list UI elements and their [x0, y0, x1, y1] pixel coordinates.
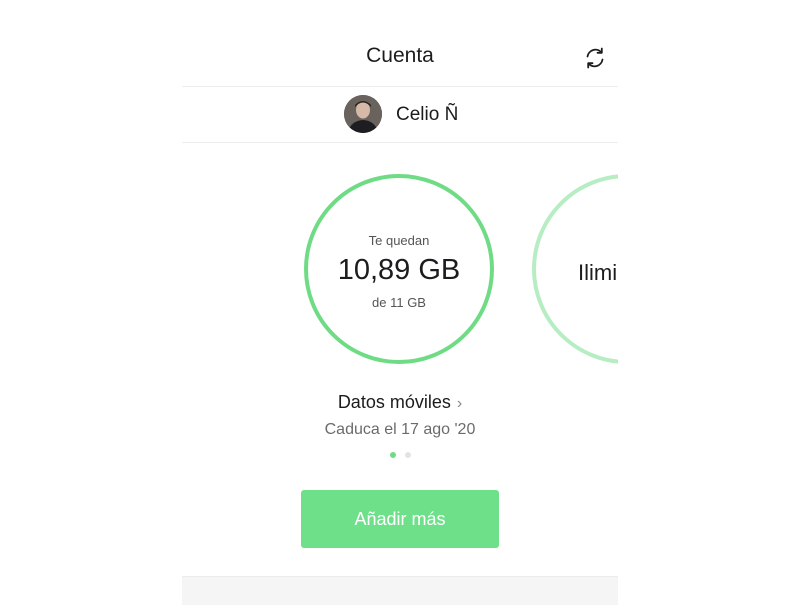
second-card-label: Ilimi [578, 260, 618, 285]
add-more-button[interactable]: Añadir más [301, 490, 499, 548]
total-allowance: de 11 GB [372, 295, 426, 310]
page-title: Cuenta [366, 44, 434, 67]
user-row[interactable]: Celio Ñ [182, 87, 618, 143]
plan-title: Datos móviles [337, 392, 451, 412]
plan-title-link[interactable]: Datos móviles › [182, 392, 618, 413]
remaining-value: 10,89 GB [337, 254, 461, 286]
avatar-image [344, 95, 382, 133]
expiry-text: Caduca el 17 ago '20 [324, 421, 476, 438]
refresh-icon [586, 47, 604, 69]
chevron-right-icon: › [456, 395, 463, 412]
bottom-section [182, 576, 618, 605]
avatar [344, 95, 382, 133]
header: Cuenta [182, 0, 618, 87]
page-indicator [182, 452, 618, 458]
user-name: Celio Ñ [396, 104, 459, 125]
data-carousel[interactable]: Te quedan 10,89 GB de 11 GB Ilimi [182, 160, 618, 380]
page-dot-active[interactable] [389, 452, 396, 458]
page-dot[interactable] [404, 452, 411, 458]
account-screen: Cuenta Celio Ñ Te quedan 10,89 GB de 11 [182, 0, 618, 605]
remaining-label: Te quedan [368, 233, 430, 248]
second-ring-card: Ilimi [532, 174, 618, 364]
refresh-button[interactable] [582, 45, 608, 71]
data-ring-card: Te quedan 10,89 GB de 11 GB [304, 174, 494, 364]
